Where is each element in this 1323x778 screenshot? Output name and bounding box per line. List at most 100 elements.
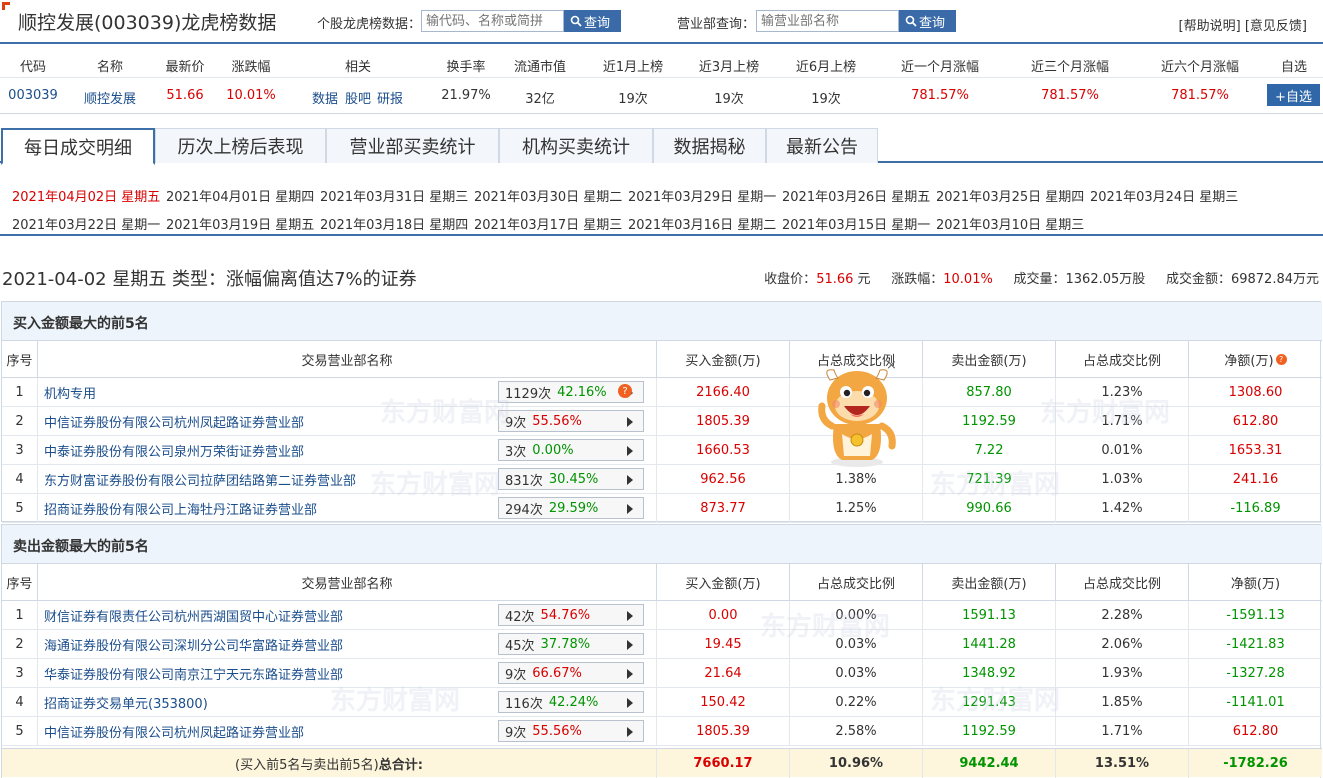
buy-amount: 19.45 [657, 630, 790, 658]
mascot-ox-icon[interactable] [812, 362, 902, 470]
close-label: 收盘价： [764, 272, 817, 287]
th-sell: 卖出金额(万) [923, 564, 1056, 601]
buy-amount: 1805.39 [657, 407, 790, 435]
net-amount: 1653.31 [1228, 442, 1283, 458]
stock-code[interactable]: 003039 [6, 88, 60, 103]
stock-price: 51.66 [166, 88, 204, 103]
tab-history[interactable]: 历次上榜后表现 [155, 128, 326, 163]
close-icon[interactable]: × [886, 358, 897, 373]
date-link[interactable]: 2021年03月22日 星期一 [12, 214, 160, 233]
col-m3: 近3月上榜 [698, 60, 760, 75]
rate-text: 42.24% [548, 694, 599, 710]
count-rate-box[interactable]: 9次 55.56% [498, 720, 644, 742]
close-unit: 元 [857, 272, 871, 287]
dept-name-link[interactable]: 海通证券股份有限公司深圳分公司华富路证券营业部 [44, 635, 343, 654]
count-rate-box[interactable]: 9次 55.56% [498, 410, 644, 432]
count-rate-box[interactable]: 45次 37.78% [498, 633, 644, 655]
date-link[interactable]: 2021年03月19日 星期五 [166, 214, 314, 233]
date-link[interactable]: 2021年03月16日 星期二 [628, 214, 776, 233]
sell-ratio: 1.85% [1056, 688, 1189, 716]
dept-name-link[interactable]: 中泰证券股份有限公司泉州万荣街证券营业部 [44, 441, 304, 460]
expand-arrow-icon[interactable] [627, 669, 633, 679]
expand-arrow-icon[interactable] [627, 417, 633, 427]
total-buy-pct: 10.96% [790, 749, 923, 778]
table-row: 2 海通证券股份有限公司深圳分公司华富路证券营业部 45次 37.78% 19.45 0.… [2, 630, 1322, 659]
date-link[interactable]: 2021年04月02日 星期五 [12, 186, 160, 205]
date-link[interactable]: 2021年03月17日 星期三 [474, 214, 622, 233]
count-rate-box[interactable]: 3次 0.00% [498, 439, 644, 461]
stock-query-button[interactable]: 查询 [564, 10, 621, 32]
count-rate-box[interactable]: 116次 42.24% [498, 691, 644, 713]
expand-arrow-icon[interactable] [627, 698, 633, 708]
tab-notice[interactable]: 最新公告 [766, 128, 878, 163]
rate-text: 55.56% [532, 723, 582, 739]
page: 顺控发展(003039)龙虎榜数据 个股龙虎榜数据： 查询 营业部查询： 查询 … [0, 0, 1323, 778]
tab-daily-detail[interactable]: 每日成交明细 [1, 128, 155, 165]
date-link[interactable]: 2021年03月15日 星期一 [782, 214, 930, 233]
col-fav: 自选 [1280, 60, 1307, 75]
expand-arrow-icon[interactable] [627, 640, 633, 650]
dept-name-link[interactable]: 招商证券交易单元(353800) [44, 693, 208, 712]
buy-ratio: 0.00% [790, 601, 923, 629]
count-rate-box[interactable]: 42次 54.76% [498, 604, 644, 626]
sell-ratio: 1.23% [1056, 378, 1189, 406]
count-rate-box[interactable]: 831次 30.45% [498, 468, 644, 490]
help-icon[interactable]: ? [1275, 354, 1287, 365]
tab-dept-stats[interactable]: 营业部买卖统计 [326, 128, 499, 163]
top-links: [帮助说明] [意见反馈] [1179, 15, 1307, 34]
dept-search-input[interactable] [756, 10, 899, 32]
link-data[interactable]: 数据 [310, 88, 340, 107]
feedback-link[interactable]: [意见反馈] [1245, 19, 1307, 34]
expand-arrow-icon[interactable] [627, 475, 633, 485]
add-favorite-button[interactable]: +自选 [1267, 84, 1320, 106]
stock-search-input[interactable] [421, 10, 564, 32]
tab-reveal[interactable]: 数据揭秘 [653, 128, 766, 163]
help-icon[interactable]: ? [618, 384, 632, 398]
stock-query-button-label: 查询 [584, 15, 611, 31]
th-buy-pct: 占总成交比例 [790, 564, 923, 601]
dept-name-link[interactable]: 东方财富证券股份有限公司拉萨团结路第二证券营业部 [44, 470, 356, 489]
count-rate-box[interactable]: 9次 66.67% [498, 662, 644, 684]
date-link[interactable]: 2021年03月29日 星期一 [628, 186, 776, 205]
dept-name-link[interactable]: 招商证券股份有限公司上海牡丹江路证券营业部 [44, 499, 317, 518]
expand-arrow-icon[interactable] [627, 446, 633, 456]
link-guba[interactable]: 股吧 [343, 88, 373, 107]
date-link[interactable]: 2021年03月24日 星期三 [1090, 186, 1238, 205]
date-link[interactable]: 2021年04月01日 星期四 [166, 186, 314, 205]
buy-table: 买入金额最大的前5名 序号 交易营业部名称 买入金额(万) 占总成交比例 卖出金… [1, 301, 1322, 523]
dept-cell: 招商证券交易单元(353800) 116次 42.24% [38, 688, 657, 716]
date-link[interactable]: 2021年03月18日 星期四 [320, 214, 468, 233]
dept-name-link[interactable]: 财信证券有限责任公司杭州西湖国贸中心证券营业部 [44, 606, 343, 625]
date-link[interactable]: 2021年03月25日 星期四 [936, 186, 1084, 205]
expand-arrow-icon[interactable] [627, 611, 633, 621]
sell-amount: 1441.28 [923, 630, 1056, 658]
sell-ratio: 1.71% [1056, 717, 1189, 745]
dept-name-link[interactable]: 机构专用 [44, 383, 96, 402]
expand-arrow-icon[interactable] [627, 727, 633, 737]
dept-query-label: 营业部查询： [677, 17, 756, 32]
table-row: 3 华泰证券股份有限公司南京江宁天元东路证券营业部 9次 66.67% 21.64 0.0… [2, 659, 1322, 688]
date-link[interactable]: 2021年03月31日 星期三 [320, 186, 468, 205]
buy-amount: 962.56 [657, 465, 790, 493]
dept-name-link[interactable]: 中信证券股份有限公司杭州凤起路证券营业部 [44, 412, 304, 431]
count-text: 1129次 [505, 386, 552, 402]
date-link[interactable]: 2021年03月30日 星期二 [474, 186, 622, 205]
dept-name-link[interactable]: 华泰证券股份有限公司南京江宁天元东路证券营业部 [44, 664, 343, 683]
dept-name-link[interactable]: 中信证券股份有限公司杭州凤起路证券营业部 [44, 722, 304, 741]
net-amount: -1327.28 [1226, 665, 1285, 681]
link-research[interactable]: 研报 [375, 88, 405, 107]
date-link[interactable]: 2021年03月10日 星期三 [936, 214, 1084, 233]
search-icon [570, 15, 582, 27]
tab-inst-stats[interactable]: 机构买卖统计 [499, 128, 653, 163]
help-link[interactable]: [帮助说明] [1179, 19, 1241, 34]
dept-query-button[interactable]: 查询 [899, 10, 956, 32]
stock-name[interactable]: 顺控发展 [76, 88, 144, 107]
dept-cell: 华泰证券股份有限公司南京江宁天元东路证券营业部 9次 66.67% [38, 659, 657, 687]
expand-arrow-icon[interactable] [627, 504, 633, 514]
table-row: 5 招商证券股份有限公司上海牡丹江路证券营业部 294次 29.59% 873.77 1.… [2, 494, 1322, 523]
buy-amount: 1805.39 [657, 717, 790, 745]
date-list: 2021年04月02日 星期五 2021年04月01日 星期四 2021年03月… [0, 176, 1323, 236]
date-link[interactable]: 2021年03月26日 星期五 [782, 186, 930, 205]
col-turnover: 换手率 [446, 60, 486, 75]
count-rate-box[interactable]: 294次 29.59% [498, 497, 644, 519]
